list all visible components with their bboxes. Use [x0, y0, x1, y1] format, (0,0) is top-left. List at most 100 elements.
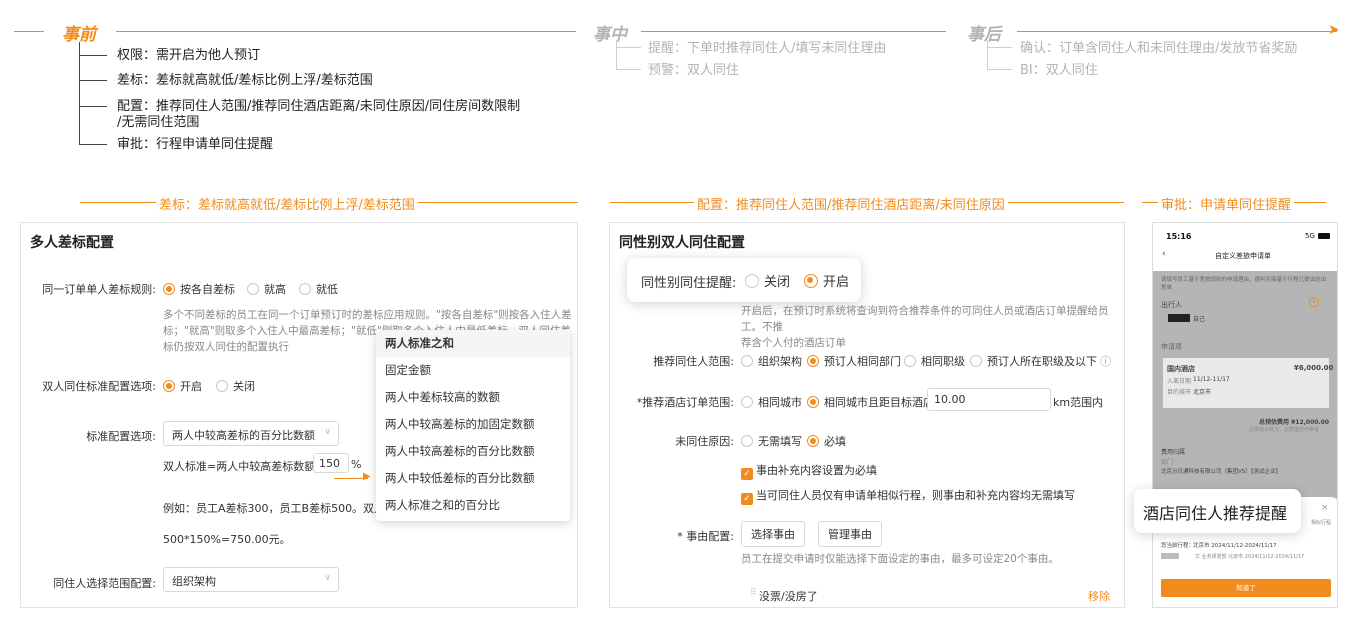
hotel-card-title: 国内酒店: [1167, 365, 1195, 373]
radio-icon: [804, 274, 818, 288]
before-item-config-cont: /无需同住范围: [117, 115, 200, 130]
dropdown-item[interactable]: 两人标准之和: [376, 330, 570, 357]
formula-unit: %: [351, 458, 362, 471]
traveler-name-redacted: [1168, 314, 1190, 322]
checkbox-checked-icon: ✓: [741, 468, 753, 480]
check-supplement-required[interactable]: ✓ 事由补充内容设置为必填: [741, 462, 877, 480]
hotel-date-label: 入离日期: [1167, 378, 1192, 385]
before-item-config: 配置：推荐同住人范围/推荐同住酒店距离/未同住原因/同住房间数限制: [117, 99, 521, 114]
panel-title: 多人差标配置: [30, 235, 114, 251]
hotel-option-city[interactable]: 相同城市: [741, 394, 802, 410]
scope-select[interactable]: 组织架构 ∨: [163, 567, 339, 592]
checkbox-checked-icon: ✓: [741, 493, 753, 505]
company-name: 北京分贝通科技有限公司（集团VS）【测试企业】: [1161, 469, 1282, 475]
route-colleague: 文 业务研发部 北京市 2024/11/12-2024/11/17: [1195, 554, 1305, 560]
hotel-date: 11/12-11/17: [1193, 376, 1230, 383]
dropdown-item[interactable]: 两人中较低差标的百分比数额: [376, 465, 570, 492]
example-result: 500*150%=750.00元。: [163, 533, 291, 546]
hotel-unit: km范围内: [1053, 396, 1104, 409]
route-value: 北京市 2024/11/12-2024/11/17: [1193, 543, 1277, 549]
tree-connector: [987, 48, 1012, 70]
route-label: 您当前行程：: [1161, 543, 1195, 549]
range-option-below[interactable]: 预订人所在职级及以下 ⓘ: [970, 353, 1111, 369]
drag-handle-icon[interactable]: ⠿: [750, 588, 757, 598]
radio-icon: [745, 274, 759, 288]
reason-label: 未同住原因:: [675, 435, 734, 448]
hotel-card-price: ¥6,000.00: [1294, 364, 1334, 372]
rule-option-high[interactable]: 就高: [247, 281, 286, 297]
panel-title: 同性别双人同住配置: [619, 235, 745, 251]
apply-label: 申请项: [1161, 343, 1182, 351]
select-reason-button[interactable]: 选择事由: [741, 521, 805, 547]
dropdown-item[interactable]: 固定金额: [376, 357, 570, 384]
radio-icon: [299, 283, 311, 295]
dropdown-item[interactable]: 两人中较高差标的加固定数额: [376, 411, 570, 438]
radio-icon: [247, 283, 259, 295]
colleague-redacted: [1161, 553, 1179, 559]
formula-percent-input[interactable]: 150: [313, 453, 349, 473]
radio-icon: [904, 355, 916, 367]
phone-title: 自定义差旅申请单: [1215, 252, 1271, 260]
std-dropdown-menu: 两人标准之和 固定金额 两人中差标较高的数额 两人中较高差标的加固定数额 两人中…: [376, 330, 570, 521]
remind-option-off[interactable]: 关闭: [745, 271, 790, 290]
after-item-bi: BI：双人同住: [1020, 63, 1098, 78]
hotel-option-distance[interactable]: 相同城市且距目标酒店: [807, 394, 934, 410]
range-option-dept[interactable]: 预订人相同部门: [807, 353, 901, 369]
back-icon[interactable]: ‹: [1162, 249, 1166, 259]
phone-screen: 15:16 5G ‹ 自定义差旅申请单 请填写员工基于差旅规则的申请理由，便利对…: [1152, 222, 1338, 608]
rule-option-own[interactable]: 按各自差标: [163, 281, 235, 297]
phone-intro: 请填写员工基于差旅规则的申请理由，便利对接基于行程已提出的出差单: [1161, 277, 1327, 291]
dropdown-item[interactable]: 两人中较高差标的百分比数额: [376, 438, 570, 465]
std-select[interactable]: 两人中较高差标的百分比数额 ∨: [163, 421, 339, 446]
traveler-label: 出行人: [1161, 301, 1182, 309]
radio-icon: [807, 355, 819, 367]
section-title-approval: 审批：申请单同住提醒: [1158, 194, 1295, 213]
range-label: 推荐同住人范围:: [653, 355, 734, 368]
radio-icon: [741, 355, 753, 367]
dual-option-off[interactable]: 关闭: [216, 378, 255, 394]
rule-label: 同一订单单人差标规则:: [42, 283, 156, 296]
config-note: 员工在提交申请时仅能选择下面设定的事由，最多可设定20个事由。: [741, 553, 1059, 565]
popup-title: 酒店同住人推荐提醒: [1143, 504, 1288, 523]
after-item-confirm: 确认：订单含同住人和未同住理由/发放节省奖励: [1020, 41, 1298, 56]
reason-option-required[interactable]: 必填: [807, 433, 846, 449]
range-option-level[interactable]: 相同职级: [904, 353, 965, 369]
tree-connector: [987, 40, 1012, 48]
traveler-tag: 自己: [1193, 316, 1206, 323]
remove-link[interactable]: 移除: [1088, 588, 1110, 604]
close-icon[interactable]: ×: [1321, 503, 1329, 513]
remind-callout: 同性别同住提醒: 关闭 开启: [627, 258, 861, 302]
during-item-warning: 预警：双人同住: [648, 63, 740, 78]
phone-time: 15:16: [1166, 232, 1192, 241]
dropdown-item[interactable]: 两人中差标较高的数额: [376, 384, 570, 411]
reason-option-none[interactable]: 无需填写: [741, 433, 802, 449]
range-option-org[interactable]: 组织架构: [741, 353, 802, 369]
battery-icon: [1318, 233, 1330, 239]
during-item-remind: 提醒：下单时推荐同住人/填写未同住理由: [648, 41, 887, 56]
phone-header: [1153, 223, 1337, 271]
rule-option-low[interactable]: 就低: [299, 281, 338, 297]
dual-option-on[interactable]: 开启: [163, 378, 202, 394]
add-traveler-icon[interactable]: +: [1309, 297, 1319, 307]
before-item-permission: 权限：需开启为他人预订: [117, 48, 261, 63]
before-item-standard: 差标：差标就高就低/差标比例上浮/差标范围: [117, 73, 373, 88]
check-similar-route[interactable]: ✓ 当可同住人员仅有申请单相似行程，则事由和补充内容均无需填写: [741, 487, 1075, 505]
reason-item: 没票/没房了: [759, 590, 818, 603]
total-fee: 总预估费用 ¥12,000.00: [1259, 419, 1330, 426]
std-label: 标准配置选项:: [86, 430, 156, 443]
chevron-down-icon: ∨: [324, 573, 331, 583]
radio-icon: [741, 435, 753, 447]
tree-connector: [79, 56, 107, 81]
dual-label: 双人同住标准配置选项:: [42, 380, 156, 393]
timeline-line-start: [14, 31, 44, 32]
dropdown-item[interactable]: 两人标准之和的百分比: [376, 492, 570, 519]
remind-note: 开启后，在预订时系统将查询到符合推荐条件的可同住人员或酒店订单提醒给员工。不推 …: [741, 305, 1109, 349]
hotel-distance-input[interactable]: 10.00: [927, 388, 1051, 411]
ok-button[interactable]: 知道了: [1161, 579, 1331, 597]
total-fee-sub: 总费用大概为，此数值仅作参考: [1249, 427, 1320, 433]
manage-reason-button[interactable]: 管理事由: [818, 521, 882, 547]
remind-label: 同性别同住提醒:: [641, 276, 737, 291]
popup-title-callout: 酒店同住人推荐提醒: [1134, 489, 1301, 533]
tree-connector: [79, 81, 107, 107]
remind-option-on[interactable]: 开启: [804, 271, 849, 290]
